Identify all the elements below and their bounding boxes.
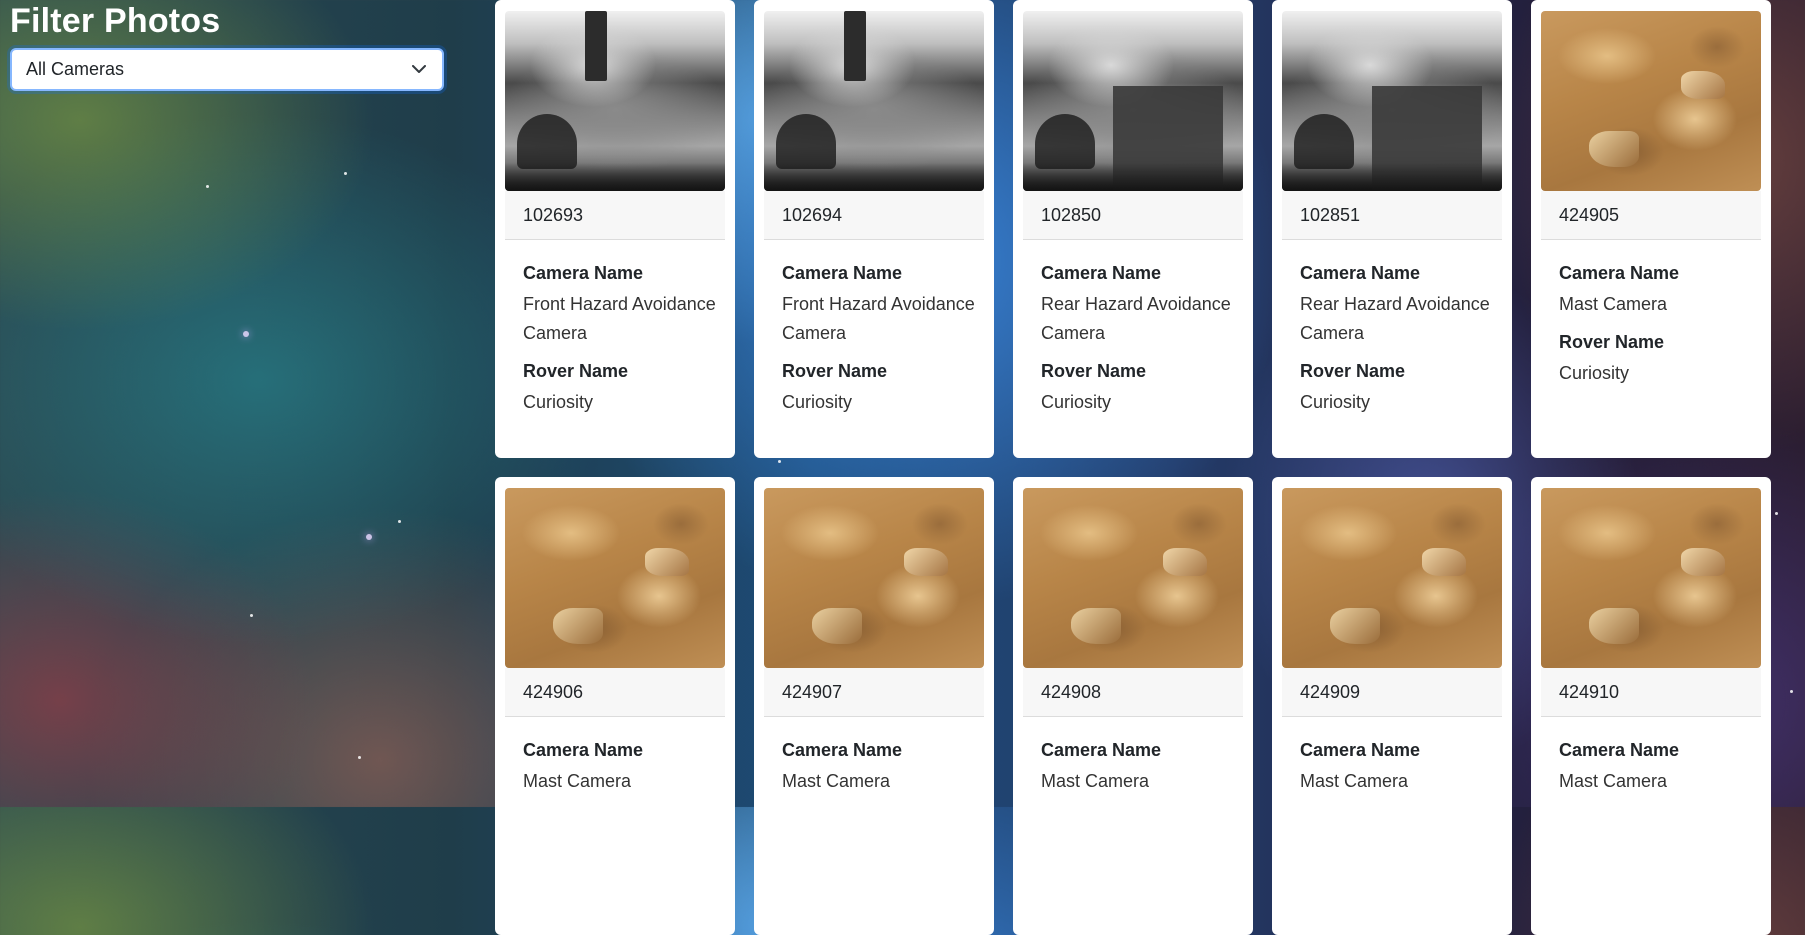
camera-name-value: Mast Camera <box>1041 771 1150 791</box>
mars-terrain-photo <box>1541 11 1761 191</box>
camera-name-value: Mast Camera <box>1559 294 1668 314</box>
photo-card[interactable]: 424906 Camera Name Mast Camera <box>495 477 735 935</box>
mars-terrain-photo <box>1023 488 1243 668</box>
mars-terrain-photo <box>1541 488 1761 668</box>
photo-id: 102850 <box>1023 191 1243 240</box>
rover-name-label: Rover Name <box>1300 361 1406 381</box>
photo-card[interactable]: 424905 Camera Name Mast Camera Rover Nam… <box>1531 0 1771 458</box>
rover-name-value: Curiosity <box>1559 363 1630 383</box>
camera-name-label: Camera Name <box>1559 740 1680 760</box>
filter-title: Filter Photos <box>10 2 221 40</box>
rover-name-value: Curiosity <box>782 392 853 412</box>
camera-name-label: Camera Name <box>1300 263 1421 283</box>
camera-name-label: Camera Name <box>782 740 903 760</box>
photo-card[interactable]: 102693 Camera Name Front Hazard Avoidanc… <box>495 0 735 458</box>
camera-name-value: Mast Camera <box>782 771 891 791</box>
rover-hazcam-photo <box>764 11 984 191</box>
rover-name-label: Rover Name <box>523 361 629 381</box>
photo-card[interactable]: 102694 Camera Name Front Hazard Avoidanc… <box>754 0 994 458</box>
camera-name-label: Camera Name <box>782 263 903 283</box>
photo-card[interactable]: 424910 Camera Name Mast Camera <box>1531 477 1771 935</box>
chevron-down-icon <box>412 65 426 74</box>
camera-filter-selected: All Cameras <box>26 59 125 79</box>
photo-card[interactable]: 102850 Camera Name Rear Hazard Avoidance… <box>1013 0 1253 458</box>
photo-id: 424910 <box>1541 668 1761 717</box>
camera-name-label: Camera Name <box>1559 263 1680 283</box>
rover-name-label: Rover Name <box>782 361 888 381</box>
photo-card[interactable]: 102851 Camera Name Rear Hazard Avoidance… <box>1272 0 1512 458</box>
camera-name-value: Rear Hazard Avoidance Camera <box>1300 294 1490 343</box>
camera-name-value: Front Hazard Avoidance Camera <box>782 294 975 343</box>
camera-name-value: Front Hazard Avoidance Camera <box>523 294 716 343</box>
photo-card[interactable]: 424908 Camera Name Mast Camera <box>1013 477 1253 935</box>
camera-filter-select[interactable]: All Cameras <box>10 48 444 91</box>
rover-name-value: Curiosity <box>1041 392 1112 412</box>
camera-name-label: Camera Name <box>1041 740 1162 760</box>
rover-name-value: Curiosity <box>1300 392 1371 412</box>
rover-name-label: Rover Name <box>1041 361 1147 381</box>
mars-terrain-photo <box>505 488 725 668</box>
photo-id: 424905 <box>1541 191 1761 240</box>
camera-name-label: Camera Name <box>1300 740 1421 760</box>
photo-card[interactable]: 424909 Camera Name Mast Camera <box>1272 477 1512 935</box>
photo-id: 102693 <box>505 191 725 240</box>
mars-terrain-photo <box>764 488 984 668</box>
camera-name-label: Camera Name <box>1041 263 1162 283</box>
camera-name-value: Mast Camera <box>1559 771 1668 791</box>
photo-id: 424906 <box>505 668 725 717</box>
photo-id: 424908 <box>1023 668 1243 717</box>
rover-name-label: Rover Name <box>1559 332 1665 352</box>
camera-name-label: Camera Name <box>523 263 644 283</box>
photo-card[interactable]: 424907 Camera Name Mast Camera <box>754 477 994 935</box>
camera-name-value: Mast Camera <box>1300 771 1409 791</box>
photo-id: 102851 <box>1282 191 1502 240</box>
camera-name-label: Camera Name <box>523 740 644 760</box>
rover-hazcam-photo <box>505 11 725 191</box>
photo-grid: 102693 Camera Name Front Hazard Avoidanc… <box>495 0 1771 935</box>
rover-hazcam-photo <box>1023 11 1243 191</box>
photo-id: 424909 <box>1282 668 1502 717</box>
camera-name-value: Rear Hazard Avoidance Camera <box>1041 294 1231 343</box>
rover-name-value: Curiosity <box>523 392 594 412</box>
mars-terrain-photo <box>1282 488 1502 668</box>
photo-id: 102694 <box>764 191 984 240</box>
photo-id: 424907 <box>764 668 984 717</box>
camera-name-value: Mast Camera <box>523 771 632 791</box>
rover-hazcam-photo <box>1282 11 1502 191</box>
